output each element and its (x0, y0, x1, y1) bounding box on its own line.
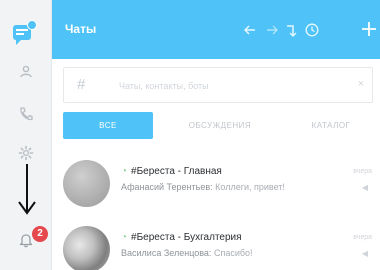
chat-message: Коллеги, привет! (215, 182, 285, 192)
chat-message: Спасибо! (213, 248, 253, 258)
online-status-icon: ◔ (121, 166, 128, 177)
chat-preview: Афанасий Терентьев: Коллеги, привет! (121, 182, 285, 192)
online-status-icon: ◔ (121, 232, 128, 243)
chat-time: вчера (353, 234, 372, 241)
arrow-down-icon (16, 162, 38, 216)
mute-icon: ◀︎ (361, 183, 368, 192)
rotate-icon[interactable] (283, 22, 299, 38)
hash-icon: # (77, 76, 86, 93)
tab-all[interactable]: ВСЕ (63, 112, 153, 139)
notification-badge: 2 (32, 226, 48, 242)
chat-time: вчера (353, 168, 372, 175)
chat-title: ◔ #Береста - Главная (121, 166, 222, 177)
chat-preview: Василиса Зеленцова: Спасибо! (121, 248, 253, 258)
chat-logo-icon[interactable] (12, 20, 40, 46)
chat-sender: Василиса Зеленцова: (121, 248, 212, 258)
chat-sender: Афанасий Терентьев: (121, 182, 213, 192)
avatar (63, 160, 110, 207)
chat-title: ◔ #Береста - Бухгалтерия (121, 232, 242, 243)
user-icon[interactable] (18, 64, 34, 80)
chat-tabs: ВСЕ ОБСУЖДЕНИЯ КАТАЛОГ (63, 112, 380, 139)
search-input[interactable] (119, 77, 359, 95)
back-arrow-icon[interactable] (242, 22, 258, 38)
clear-icon[interactable]: × (358, 78, 364, 90)
chat-item[interactable]: ◔ #Береста - Главная Афанасий Терентьев: … (52, 148, 380, 216)
plus-icon[interactable] (360, 20, 378, 38)
clock-icon[interactable] (304, 22, 320, 38)
forward-arrow-icon[interactable] (264, 22, 280, 38)
mute-icon: ◀︎ (361, 249, 368, 258)
chat-item[interactable]: ◔ #Береста - Бухгалтерия Василиса Зеленцо… (52, 214, 380, 270)
search-bar: # × (63, 67, 373, 103)
header: Чаты (52, 0, 380, 59)
tab-discussions[interactable]: ОБСУЖДЕНИЯ (175, 112, 265, 139)
page-title: Чаты (65, 22, 97, 36)
gear-icon[interactable] (18, 145, 34, 161)
sidebar: 2 (0, 0, 52, 270)
tab-catalog[interactable]: КАТАЛОГ (291, 112, 371, 139)
avatar (63, 226, 110, 270)
phone-icon[interactable] (18, 106, 34, 122)
